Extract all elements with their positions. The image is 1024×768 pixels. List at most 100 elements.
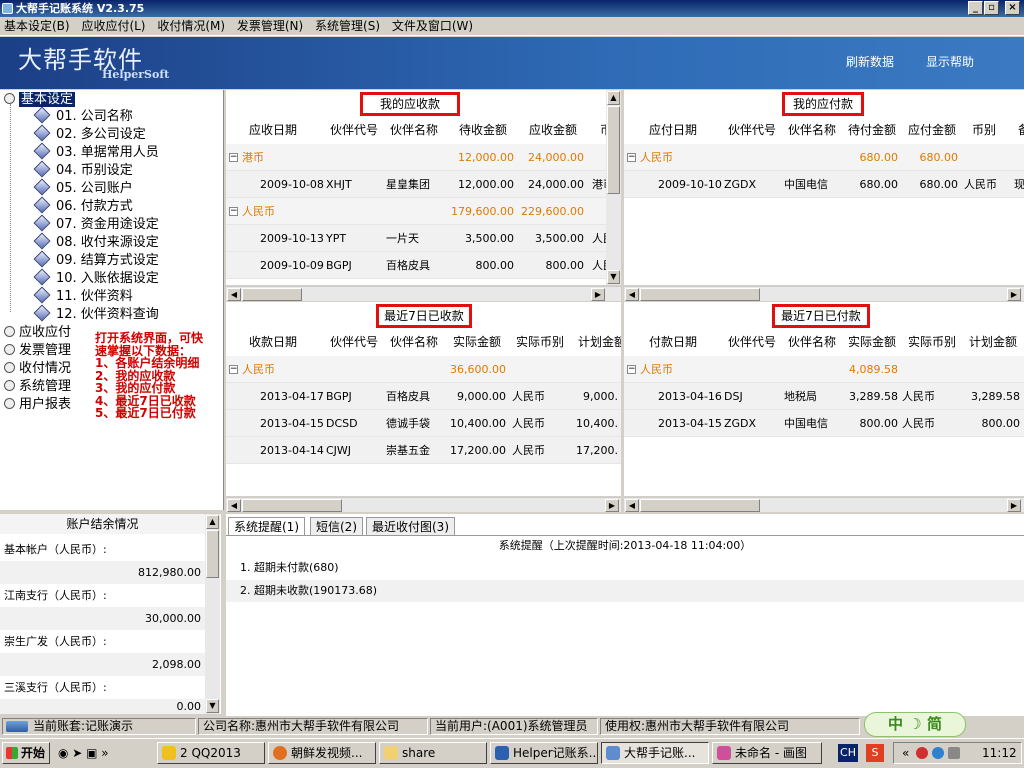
tree-item[interactable]: 11. 伙伴资料 <box>33 286 133 306</box>
scroll-thumb[interactable] <box>242 288 302 301</box>
tab-sms[interactable]: 短信(2) <box>310 517 363 535</box>
window-titlebar[interactable]: 大帮手记账系统 V2.3.75 _ ▫ × <box>0 0 1024 17</box>
group-row[interactable]: − 人民币 36,600.00 <box>226 356 621 383</box>
sogou-icon[interactable]: S <box>866 744 884 762</box>
taskbar-item-word[interactable]: Helper记账系... <box>490 742 598 764</box>
word-icon <box>495 746 509 760</box>
language-indicator[interactable]: CH <box>838 744 858 762</box>
table-row[interactable]: 2013-04-15 ZGDX 中国电信 800.00 人民币 800.00 <box>624 410 1024 437</box>
table-row[interactable]: 2013-04-17 BGPJ 百格皮具 9,000.00 人民币 9,000. <box>226 383 621 410</box>
collapse-icon[interactable]: − <box>627 153 636 162</box>
tree-item[interactable]: 01. 公司名称 <box>33 106 133 126</box>
tree-root-basic[interactable]: 基本设定 <box>4 91 76 109</box>
tree-item[interactable]: 10. 入账依据设定 <box>33 268 159 288</box>
tree-item[interactable]: 09. 结算方式设定 <box>33 250 159 270</box>
scroll-right-icon[interactable]: ▶ <box>591 288 605 301</box>
table-row[interactable]: 2013-04-14 CJWJ 崇基五金 17,200.00 人民币 17,20… <box>226 437 621 464</box>
tree-item[interactable]: 02. 多公司设定 <box>33 124 146 144</box>
scroll-thumb[interactable] <box>206 530 219 578</box>
account-title: 账户结余情况 <box>0 514 205 534</box>
group-row[interactable]: − 人民币 4,089.58 <box>624 356 1024 383</box>
reminder-item[interactable]: 1. 超期未付款(680) <box>226 557 1024 579</box>
collapse-icon[interactable]: − <box>627 365 636 374</box>
scroll-right-icon[interactable]: ▶ <box>605 499 619 512</box>
scroll-right-icon[interactable]: ▶ <box>1007 288 1021 301</box>
tree-item[interactable]: 06. 付款方式 <box>33 196 133 216</box>
tree-item[interactable]: 08. 收付来源设定 <box>33 232 159 252</box>
tree-item[interactable]: 05. 公司账户 <box>33 178 133 198</box>
table-row[interactable]: 2013-04-16 DSJ 地税局 3,289.58 人民币 3,289.58 <box>624 383 1024 410</box>
refresh-data-button[interactable]: 刷新数据 <box>846 53 894 70</box>
start-button[interactable]: 开始 <box>2 742 50 764</box>
tree-item[interactable]: 12. 伙伴资料查询 <box>33 304 159 324</box>
scroll-thumb[interactable] <box>607 106 620 194</box>
receivable-vscroll[interactable]: ▲ ▼ <box>606 90 621 285</box>
menu-system[interactable]: 系统管理(S) <box>311 17 384 36</box>
tab-system-reminder[interactable]: 系统提醒(1) <box>228 517 305 535</box>
show-help-button[interactable]: 显示帮助 <box>926 53 974 70</box>
menu-payments[interactable]: 收付情况(M) <box>153 17 229 36</box>
table-row[interactable]: 2009-10-08 XHJT 星皇集团 12,000.00 24,000.00… <box>226 171 606 198</box>
restore-button[interactable]: ▫ <box>984 1 999 15</box>
minimize-button[interactable]: _ <box>968 1 983 15</box>
paid7-hscroll[interactable]: ◀ ▶ <box>624 497 1024 512</box>
menu-basic-settings[interactable]: 基本设定(B) <box>0 17 74 36</box>
tab-recent-chart[interactable]: 最近收付图(3) <box>366 517 455 535</box>
close-button[interactable]: × <box>1005 1 1020 15</box>
scroll-up-icon[interactable]: ▲ <box>206 515 219 529</box>
payable-title: 我的应付款 <box>782 92 864 116</box>
taskbar-item-browser[interactable]: 朝鲜发视频... <box>268 742 376 764</box>
taskbar-item-paint[interactable]: 未命名 - 画图 <box>712 742 822 764</box>
volume-icon[interactable] <box>948 747 960 759</box>
tree-root-receivable[interactable]: 应收应付 <box>4 324 71 342</box>
tree-item[interactable]: 03. 单据常用人员 <box>33 142 159 162</box>
collapse-icon[interactable]: − <box>229 153 238 162</box>
collapse-icon[interactable]: − <box>229 207 238 216</box>
account-name: 崇生广发（人民币）: <box>4 635 107 648</box>
table-row[interactable]: 2009-10-10 ZGDX 中国电信 680.00 680.00 人民币 现 <box>624 171 1024 198</box>
status-company: 公司名称:惠州市大帮手软件有限公司 <box>198 718 428 735</box>
scroll-thumb[interactable] <box>640 499 760 512</box>
table-row[interactable]: 2009-10-09 BGPJ 百格皮具 800.00 800.00 人民币 <box>226 252 606 279</box>
menu-receivable-payable[interactable]: 应收应付(L) <box>77 17 149 36</box>
qq-tray-icon[interactable] <box>932 747 944 759</box>
quicklaunch-icons[interactable]: ◉ ➤ ▣ » <box>58 746 109 760</box>
qq-tray-icon[interactable] <box>916 747 928 759</box>
menu-invoice[interactable]: 发票管理(N) <box>233 17 307 36</box>
collapse-icon[interactable]: − <box>229 365 238 374</box>
receivable-hscroll[interactable]: ◀ ▶ <box>226 286 621 301</box>
taskbar-item-helper[interactable]: 大帮手记账... <box>601 742 709 764</box>
scroll-down-icon[interactable]: ▼ <box>206 699 219 713</box>
tree-root-payments[interactable]: 收付情况 <box>4 360 71 378</box>
tree-root-invoice[interactable]: 发票管理 <box>4 342 71 360</box>
tree-root-system[interactable]: 系统管理 <box>4 378 71 396</box>
received7-hscroll[interactable]: ◀ ▶ <box>226 497 621 512</box>
group-row[interactable]: − 港币 12,000.00 24,000.00 <box>226 144 606 171</box>
scroll-thumb[interactable] <box>242 499 342 512</box>
table-row[interactable]: 2009-10-13 YPT 一片天 3,500.00 3,500.00 人民币 <box>226 225 606 252</box>
scroll-left-icon[interactable]: ◀ <box>625 288 639 301</box>
tree-item[interactable]: 04. 币别设定 <box>33 160 133 180</box>
scroll-down-icon[interactable]: ▼ <box>607 270 620 284</box>
scroll-left-icon[interactable]: ◀ <box>227 499 241 512</box>
group-row[interactable]: − 人民币 680.00 680.00 <box>624 144 1024 171</box>
tree-item[interactable]: 07. 资金用途设定 <box>33 214 159 234</box>
taskbar-item-qq[interactable]: 2 QQ2013 <box>157 742 265 764</box>
payable-hscroll[interactable]: ◀ ▶ <box>624 286 1024 301</box>
account-vscroll[interactable]: ▲ ▼ <box>205 514 220 714</box>
scroll-thumb[interactable] <box>640 288 760 301</box>
scroll-up-icon[interactable]: ▲ <box>607 91 620 105</box>
tray-expand-icon[interactable]: « <box>902 743 909 763</box>
reminder-item[interactable]: 2. 超期未收款(190173.68) <box>226 580 1024 602</box>
group-row[interactable]: − 人民币 179,600.00 229,600.00 <box>226 198 606 225</box>
ime-indicator[interactable]: 中 ☽ 简 <box>864 712 966 737</box>
navigation-tree: 基本设定 01. 公司名称 02. 多公司设定 03. 单据常用人员 04. 币… <box>0 90 224 510</box>
taskbar-item-share[interactable]: share <box>379 742 487 764</box>
menu-file-window[interactable]: 文件及窗口(W) <box>388 17 477 36</box>
tree-root-reports[interactable]: 用户报表 <box>4 396 71 414</box>
menu-bar: 基本设定(B) 应收应付(L) 收付情况(M) 发票管理(N) 系统管理(S) … <box>0 17 1024 36</box>
scroll-left-icon[interactable]: ◀ <box>625 499 639 512</box>
table-row[interactable]: 2013-04-15 DCSD 德诚手袋 10,400.00 人民币 10,40… <box>226 410 621 437</box>
scroll-left-icon[interactable]: ◀ <box>227 288 241 301</box>
scroll-right-icon[interactable]: ▶ <box>1007 499 1021 512</box>
